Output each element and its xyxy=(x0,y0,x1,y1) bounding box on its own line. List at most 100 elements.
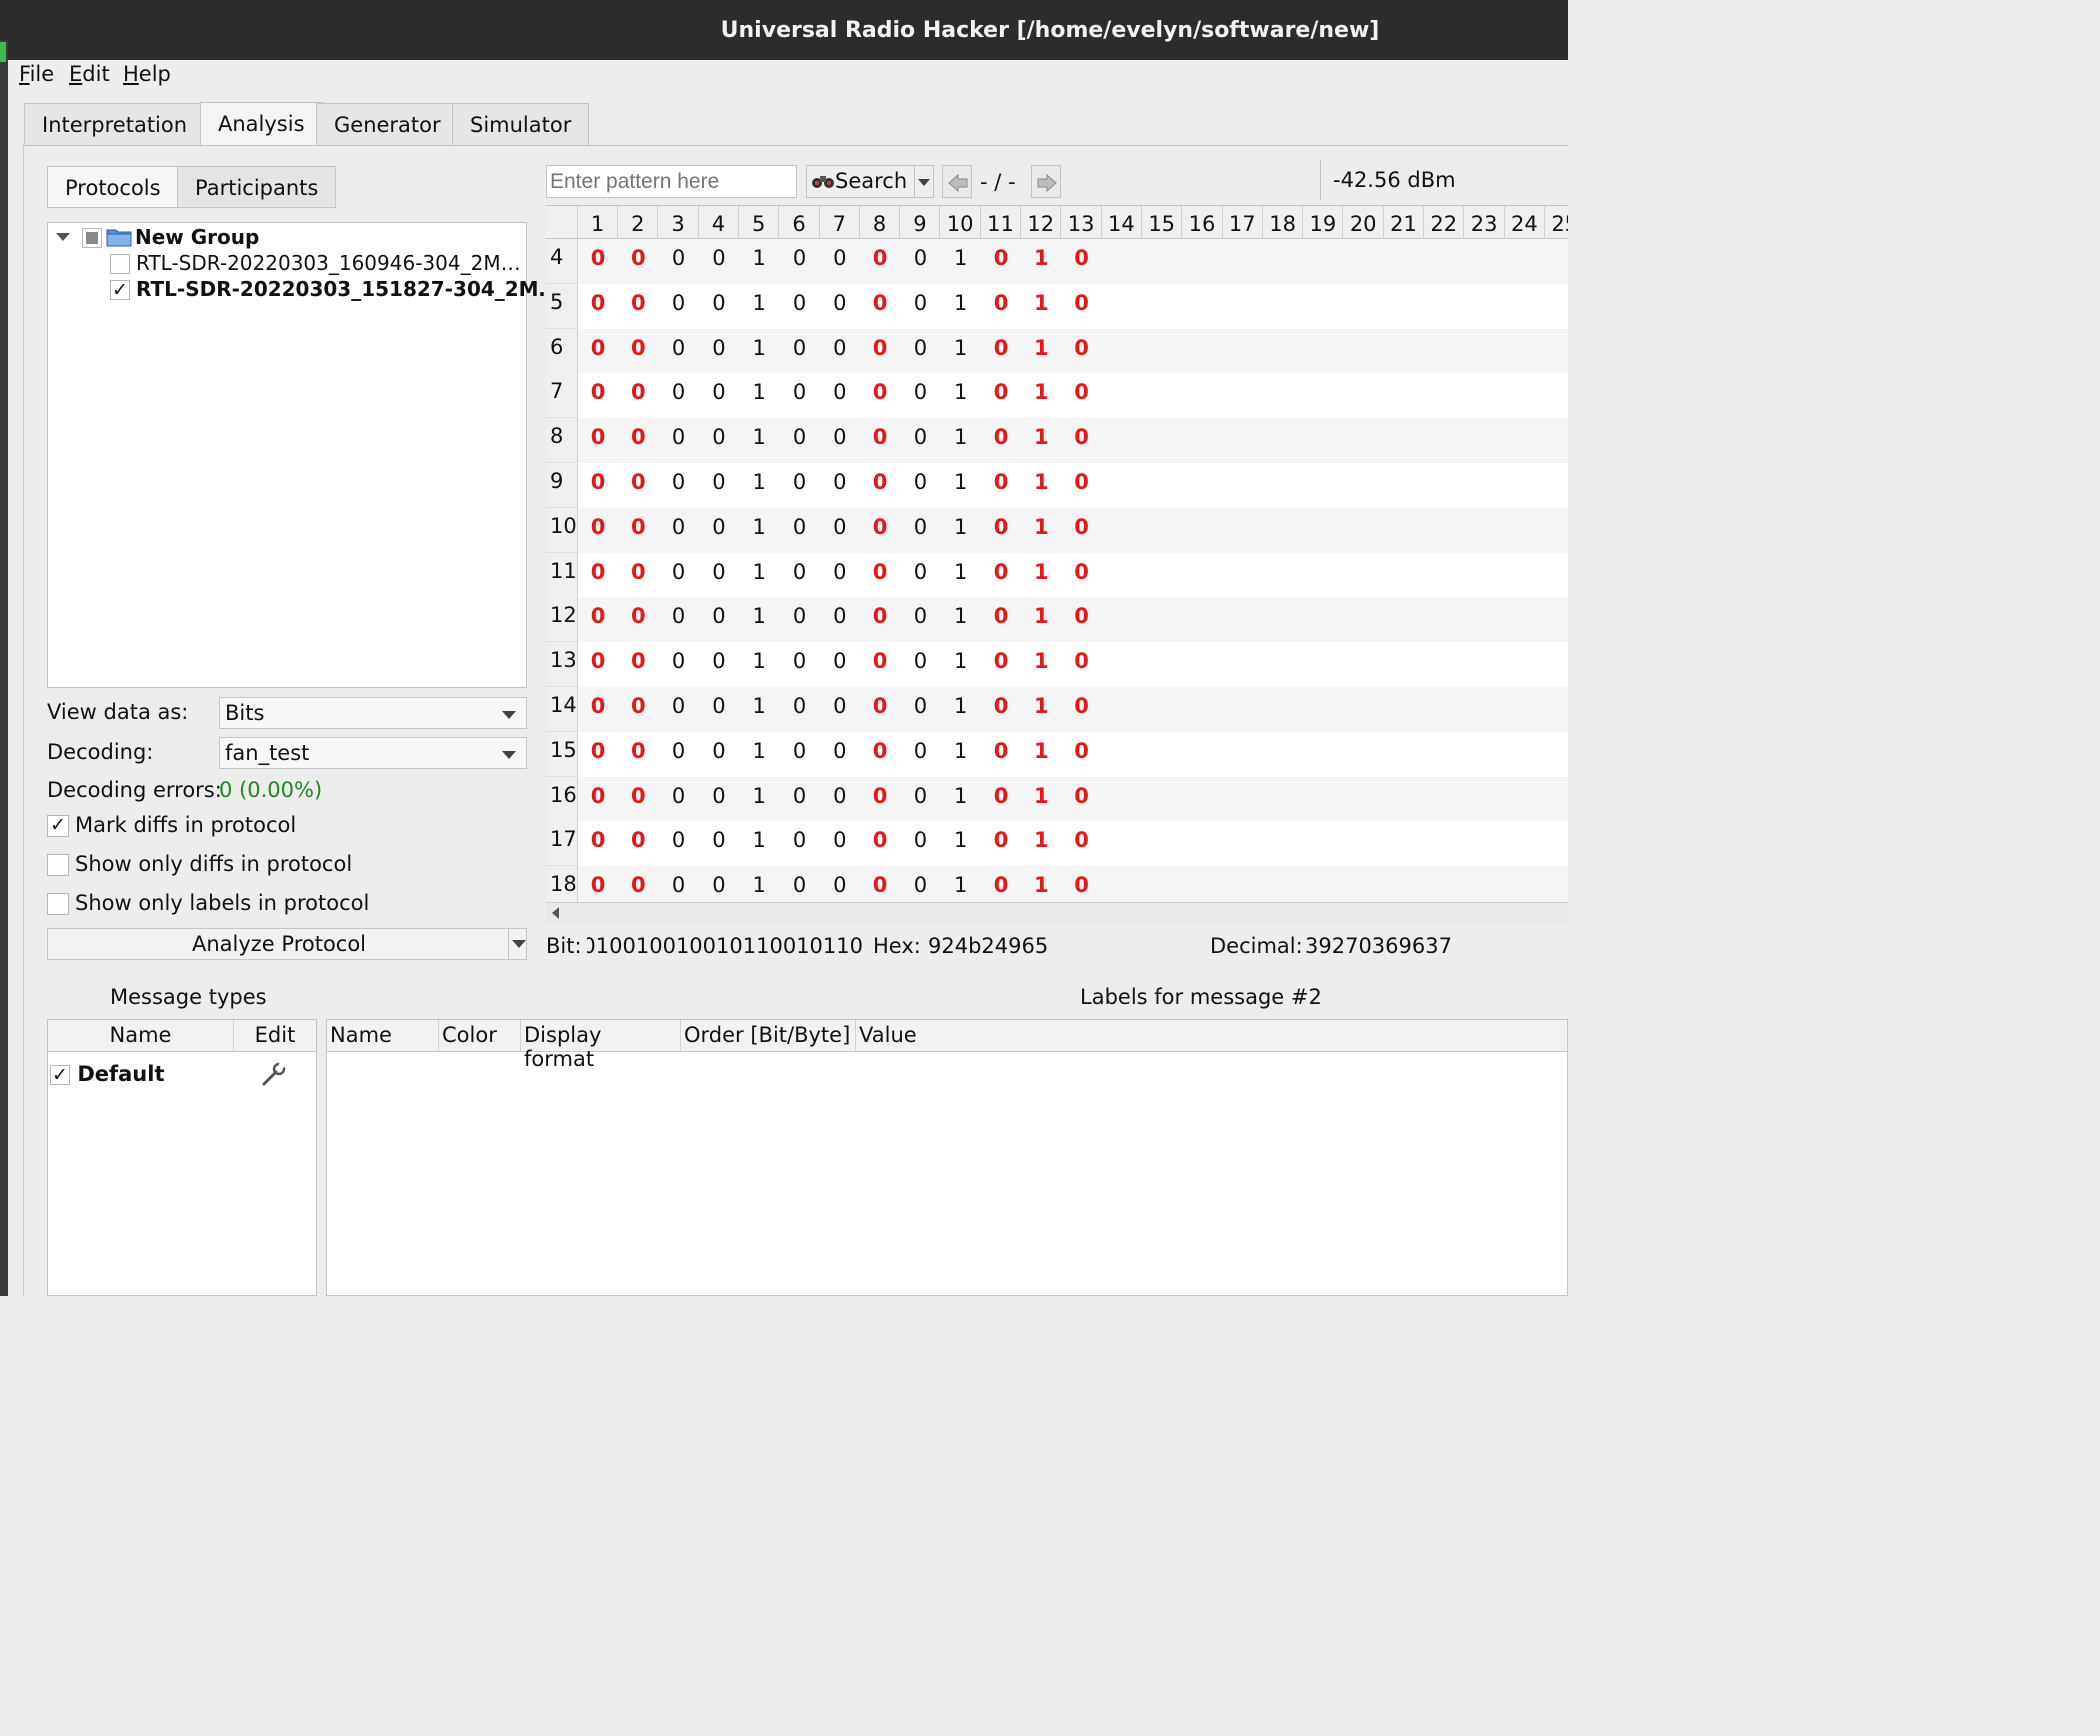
bit-cell[interactable]: 1 xyxy=(941,821,981,866)
bit-cell[interactable]: 0 xyxy=(860,418,900,463)
tree-file-row[interactable]: ✓ RTL-SDR-20220303_151827-304_2M… xyxy=(48,277,559,303)
bit-cell[interactable]: 0 xyxy=(618,418,658,463)
bit-cell[interactable]: 0 xyxy=(659,329,699,374)
bit-cell[interactable]: 0 xyxy=(578,642,618,687)
bit-cell[interactable]: 0 xyxy=(618,239,658,284)
bit-cell[interactable]: 0 xyxy=(820,418,860,463)
bit-cell[interactable]: 0 xyxy=(900,508,940,553)
message-type-checkbox[interactable]: ✓ xyxy=(50,1065,70,1085)
bit-cell[interactable]: 1 xyxy=(739,642,779,687)
bit-cell[interactable]: 0 xyxy=(1062,597,1102,642)
bit-cell[interactable]: 0 xyxy=(860,777,900,822)
bit-cell[interactable]: 0 xyxy=(780,687,820,732)
bit-cell[interactable]: 1 xyxy=(941,418,981,463)
bit-cell[interactable]: 0 xyxy=(618,553,658,598)
bit-cell[interactable]: 0 xyxy=(981,821,1021,866)
bit-cell[interactable]: 0 xyxy=(699,553,739,598)
bit-cell[interactable]: 0 xyxy=(578,732,618,777)
bit-cell[interactable]: 0 xyxy=(981,508,1021,553)
column-header-cell[interactable]: 6 xyxy=(780,206,820,239)
tab-simulator[interactable]: Simulator xyxy=(452,103,590,145)
bit-cell[interactable]: 0 xyxy=(699,866,739,902)
wrench-icon[interactable] xyxy=(260,1060,288,1093)
next-result-button[interactable] xyxy=(1031,165,1061,198)
bit-cell[interactable]: 0 xyxy=(900,329,940,374)
bit-cell[interactable]: 0 xyxy=(1062,284,1102,329)
bit-cell[interactable]: 0 xyxy=(981,642,1021,687)
column-header-cell[interactable]: 12 xyxy=(1021,206,1062,239)
bit-cell[interactable]: 1 xyxy=(739,597,779,642)
bit-cell[interactable]: 0 xyxy=(780,284,820,329)
bit-cell[interactable]: 0 xyxy=(900,418,940,463)
bit-cell[interactable]: 0 xyxy=(1062,732,1102,777)
bit-cell[interactable]: 0 xyxy=(900,553,940,598)
bit-cell[interactable]: 0 xyxy=(1062,329,1102,374)
column-header-cell[interactable]: 2 xyxy=(618,206,659,239)
search-options-button[interactable] xyxy=(914,165,934,198)
bit-cell[interactable]: 1 xyxy=(739,553,779,598)
bit-cell[interactable]: 0 xyxy=(578,463,618,508)
bit-cell[interactable]: 0 xyxy=(981,463,1021,508)
bit-cell[interactable]: 0 xyxy=(981,239,1021,284)
expand-arrow-icon[interactable] xyxy=(56,233,70,241)
menu-edit[interactable]: Edit xyxy=(69,62,110,86)
column-header-cell[interactable]: 14 xyxy=(1102,206,1142,239)
bit-cell[interactable]: 1 xyxy=(941,329,981,374)
column-header-cell[interactable]: 8 xyxy=(860,206,901,239)
column-header-cell[interactable]: 10 xyxy=(941,206,981,239)
col-header-order[interactable]: Order [Bit/Byte] xyxy=(681,1020,856,1052)
bit-cell[interactable]: 0 xyxy=(780,329,820,374)
row-header-cell[interactable]: 8 xyxy=(546,418,578,464)
column-header-cell[interactable]: 15 xyxy=(1142,206,1183,239)
bit-cell[interactable]: 0 xyxy=(659,597,699,642)
column-header-cell[interactable]: 1 xyxy=(578,206,618,239)
only-diffs-option[interactable]: Show only diffs in protocol xyxy=(47,852,352,876)
column-header-cell[interactable]: 16 xyxy=(1183,206,1223,239)
bit-cell[interactable]: 0 xyxy=(860,687,900,732)
bit-cell[interactable]: 0 xyxy=(860,732,900,777)
bit-cell[interactable]: 0 xyxy=(860,821,900,866)
protocol-table[interactable]: 1 2 3 4 5 6 7 8 9 10 11 12 13 14 15 16 17 18 19 20 21 22 23 24 2… xyxy=(546,205,1568,902)
mark-diffs-option[interactable]: ✓ Mark diffs in protocol xyxy=(47,813,296,837)
bit-cell[interactable]: 0 xyxy=(900,284,940,329)
bit-cell[interactable]: 0 xyxy=(1062,777,1102,822)
bit-cell[interactable]: 1 xyxy=(941,553,981,598)
bit-cell[interactable]: 0 xyxy=(1062,463,1102,508)
column-header-cell[interactable]: 4 xyxy=(699,206,739,239)
row-header-cell[interactable]: 15 xyxy=(546,731,578,777)
only-labels-option[interactable]: Show only labels in protocol xyxy=(47,891,369,915)
bit-cell[interactable]: 0 xyxy=(699,777,739,822)
row-header-cell[interactable]: 9 xyxy=(546,463,578,508)
bit-cell[interactable]: 0 xyxy=(618,329,658,374)
row-header-cell[interactable]: 18 xyxy=(546,866,578,902)
bit-cell[interactable]: 0 xyxy=(900,239,940,284)
bit-cell[interactable]: 0 xyxy=(578,777,618,822)
bit-cell[interactable]: 1 xyxy=(739,821,779,866)
bit-cell[interactable]: 0 xyxy=(659,418,699,463)
col-header-color[interactable]: Color xyxy=(439,1020,521,1052)
bit-cell[interactable]: 0 xyxy=(659,373,699,418)
tree-group-row[interactable]: New Group xyxy=(48,225,526,251)
group-checkbox[interactable] xyxy=(82,228,102,248)
bit-cell[interactable]: 0 xyxy=(578,866,618,902)
bit-cell[interactable]: 0 xyxy=(659,821,699,866)
bit-cell[interactable]: 0 xyxy=(900,732,940,777)
chevron-down-icon[interactable] xyxy=(512,940,526,948)
bit-cell[interactable]: 0 xyxy=(820,687,860,732)
bit-cell[interactable]: 0 xyxy=(659,642,699,687)
bit-cell[interactable]: 0 xyxy=(578,553,618,598)
bit-cell[interactable]: 1 xyxy=(941,777,981,822)
view-data-select[interactable]: Bits xyxy=(219,697,527,729)
bit-cell[interactable]: 0 xyxy=(900,866,940,902)
bit-cell[interactable]: 1 xyxy=(1021,239,1061,284)
row-header-cell[interactable]: 13 xyxy=(546,642,578,688)
table-corner[interactable] xyxy=(546,206,578,239)
bit-cell[interactable]: 0 xyxy=(860,642,900,687)
bit-cell[interactable]: 0 xyxy=(820,329,860,374)
row-header-cell[interactable]: 5 xyxy=(546,283,578,329)
bit-cell[interactable]: 0 xyxy=(780,373,820,418)
bit-cell[interactable]: 0 xyxy=(618,642,658,687)
bit-cell[interactable]: 0 xyxy=(578,508,618,553)
bit-cell[interactable]: 0 xyxy=(780,463,820,508)
bit-cell[interactable]: 0 xyxy=(780,866,820,902)
